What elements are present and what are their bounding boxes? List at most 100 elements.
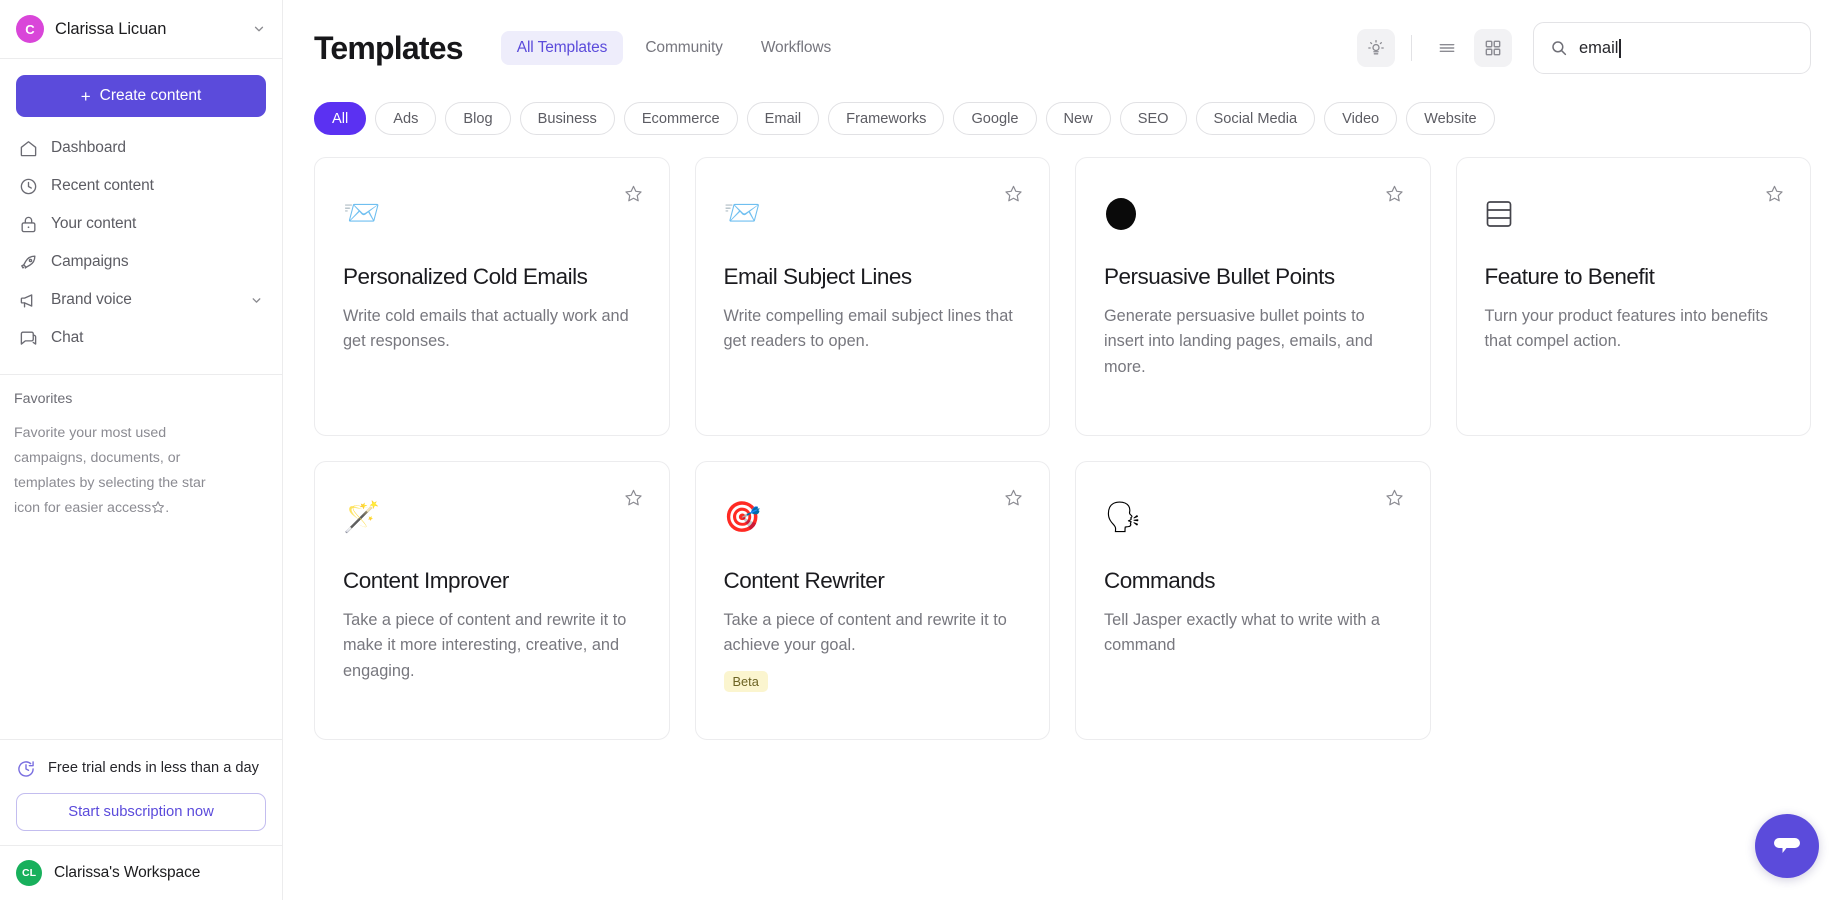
- sidebar-item-label: Chat: [51, 329, 263, 347]
- search-input[interactable]: email: [1533, 22, 1811, 74]
- sidebar-item-chat[interactable]: Chat: [10, 319, 272, 357]
- favorite-star-icon[interactable]: [1004, 488, 1023, 507]
- search-value-wrapper: email: [1579, 39, 1621, 58]
- card-title: Persuasive Bullet Points: [1104, 264, 1402, 290]
- filter-pill-frameworks[interactable]: Frameworks: [828, 102, 944, 135]
- rocket-icon: [19, 253, 38, 272]
- workspace-switcher[interactable]: CL Clarissa's Workspace: [0, 845, 282, 900]
- create-content-wrapper: + Create content: [0, 59, 282, 127]
- workspace-name: Clarissa's Workspace: [54, 864, 200, 882]
- tab-workflows[interactable]: Workflows: [745, 31, 847, 65]
- app-root: C Clarissa Licuan + Create content Dashb…: [0, 0, 1845, 900]
- lightbulb-icon[interactable]: [1357, 29, 1395, 67]
- filter-pill-business[interactable]: Business: [520, 102, 615, 135]
- filter-pill-all[interactable]: All: [314, 102, 366, 135]
- template-card[interactable]: 🪄 Content Improver Take a piece of conte…: [314, 461, 670, 740]
- sidebar-item-brand-voice[interactable]: Brand voice: [10, 281, 272, 319]
- incoming-envelope-icon: 📨: [343, 184, 641, 244]
- divider: [1411, 35, 1412, 61]
- sidebar-item-label: Recent content: [51, 177, 263, 195]
- sidebar-item-recent-content[interactable]: Recent content: [10, 167, 272, 205]
- template-card-grid: 📨 Personalized Cold Emails Write cold em…: [283, 135, 1845, 740]
- filter-pill-email[interactable]: Email: [747, 102, 820, 135]
- filter-pill-social-media[interactable]: Social Media: [1196, 102, 1316, 135]
- template-card[interactable]: Feature to Benefit Turn your product fea…: [1456, 157, 1812, 436]
- chat-widget-button[interactable]: [1755, 814, 1819, 878]
- filter-pill-website[interactable]: Website: [1406, 102, 1494, 135]
- user-name: Clarissa Licuan: [55, 20, 241, 39]
- card-title: Personalized Cold Emails: [343, 264, 641, 290]
- top-bar-actions: email: [1357, 22, 1811, 74]
- start-subscription-button[interactable]: Start subscription now: [16, 793, 266, 831]
- template-card[interactable]: 📨 Personalized Cold Emails Write cold em…: [314, 157, 670, 436]
- favorite-star-icon[interactable]: [1004, 184, 1023, 203]
- filter-pill-seo[interactable]: SEO: [1120, 102, 1187, 135]
- tab-all-templates[interactable]: All Templates: [501, 31, 624, 65]
- card-title: Content Improver: [343, 568, 641, 594]
- card-title: Email Subject Lines: [724, 264, 1022, 290]
- megaphone-icon: [19, 291, 38, 310]
- template-card[interactable]: 🗣 Commands Tell Jasper exactly what to w…: [1075, 461, 1431, 740]
- sidebar-nav: Dashboard Recent content Your content Ca…: [0, 127, 282, 357]
- sidebar-item-label: Brand voice: [51, 291, 236, 309]
- card-description: Tell Jasper exactly what to write with a…: [1104, 608, 1402, 659]
- speaking-head-icon: 🗣: [1104, 488, 1402, 548]
- favorite-star-icon[interactable]: [624, 184, 643, 203]
- card-description: Write cold emails that actually work and…: [343, 304, 641, 355]
- user-account-switcher[interactable]: C Clarissa Licuan: [0, 0, 282, 59]
- template-card[interactable]: 🎯 Content Rewriter Take a piece of conte…: [695, 461, 1051, 740]
- filter-pill-blog[interactable]: Blog: [445, 102, 510, 135]
- sidebar-item-label: Dashboard: [51, 139, 263, 157]
- search-value: email: [1579, 39, 1618, 58]
- sidebar-item-your-content[interactable]: Your content: [10, 205, 272, 243]
- sidebar-item-label: Campaigns: [51, 253, 263, 271]
- favorite-star-icon[interactable]: [1765, 184, 1784, 203]
- page-title: Templates: [314, 30, 463, 67]
- card-title: Feature to Benefit: [1485, 264, 1783, 290]
- trial-section: Free trial ends in less than a day Start…: [0, 739, 282, 845]
- favorite-star-icon[interactable]: [1385, 488, 1404, 507]
- target-dart-icon: 🎯: [724, 488, 1022, 548]
- favorite-star-icon[interactable]: [1385, 184, 1404, 203]
- filter-pill-google[interactable]: Google: [953, 102, 1036, 135]
- sidebar-item-dashboard[interactable]: Dashboard: [10, 129, 272, 167]
- magic-wand-icon: 🪄: [343, 488, 641, 548]
- incoming-envelope-icon: 📨: [724, 184, 1022, 244]
- tab-community[interactable]: Community: [629, 31, 738, 65]
- top-bar: Templates All Templates Community Workfl…: [283, 0, 1845, 96]
- rows-layout-icon: [1485, 184, 1783, 244]
- filter-pill-new[interactable]: New: [1046, 102, 1111, 135]
- workspace-avatar: CL: [16, 860, 42, 886]
- chat-icon: [19, 329, 38, 348]
- create-content-button[interactable]: + Create content: [16, 75, 266, 117]
- filter-pill-video[interactable]: Video: [1324, 102, 1397, 135]
- grid-view-icon[interactable]: [1474, 29, 1512, 67]
- favorites-description-period: .: [165, 500, 169, 516]
- template-card[interactable]: Persuasive Bullet Points Generate persua…: [1075, 157, 1431, 436]
- trial-text: Free trial ends in less than a day: [48, 757, 259, 780]
- sidebar-item-label: Your content: [51, 215, 263, 233]
- chat-bubble-icon: [1772, 831, 1802, 861]
- filter-pill-ads[interactable]: Ads: [375, 102, 436, 135]
- search-icon: [1550, 39, 1568, 57]
- card-description: Turn your product features into benefits…: [1485, 304, 1783, 355]
- card-title: Content Rewriter: [724, 568, 1022, 594]
- filter-pill-ecommerce[interactable]: Ecommerce: [624, 102, 738, 135]
- filter-pill-bar: All Ads Blog Business Ecommerce Email Fr…: [283, 96, 1845, 135]
- chevron-down-icon: [252, 22, 266, 36]
- tab-bar: All Templates Community Workflows: [501, 31, 847, 65]
- template-card[interactable]: 📨 Email Subject Lines Write compelling e…: [695, 157, 1051, 436]
- favorite-star-icon[interactable]: [624, 488, 643, 507]
- bullet-dot-icon: [1104, 184, 1402, 244]
- chevron-down-icon: [249, 293, 263, 307]
- home-icon: [19, 139, 38, 158]
- favorites-section: Favorites Favorite your most used campai…: [0, 374, 282, 739]
- card-description: Generate persuasive bullet points to ins…: [1104, 304, 1402, 380]
- list-view-icon[interactable]: [1428, 29, 1466, 67]
- avatar: C: [16, 15, 44, 43]
- favorites-title: Favorites: [14, 391, 268, 407]
- sidebar-item-campaigns[interactable]: Campaigns: [10, 243, 272, 281]
- card-description: Take a piece of content and rewrite it t…: [343, 608, 641, 684]
- plus-icon: +: [81, 88, 91, 105]
- favorites-description-text: Favorite your most used campaigns, docum…: [14, 425, 206, 516]
